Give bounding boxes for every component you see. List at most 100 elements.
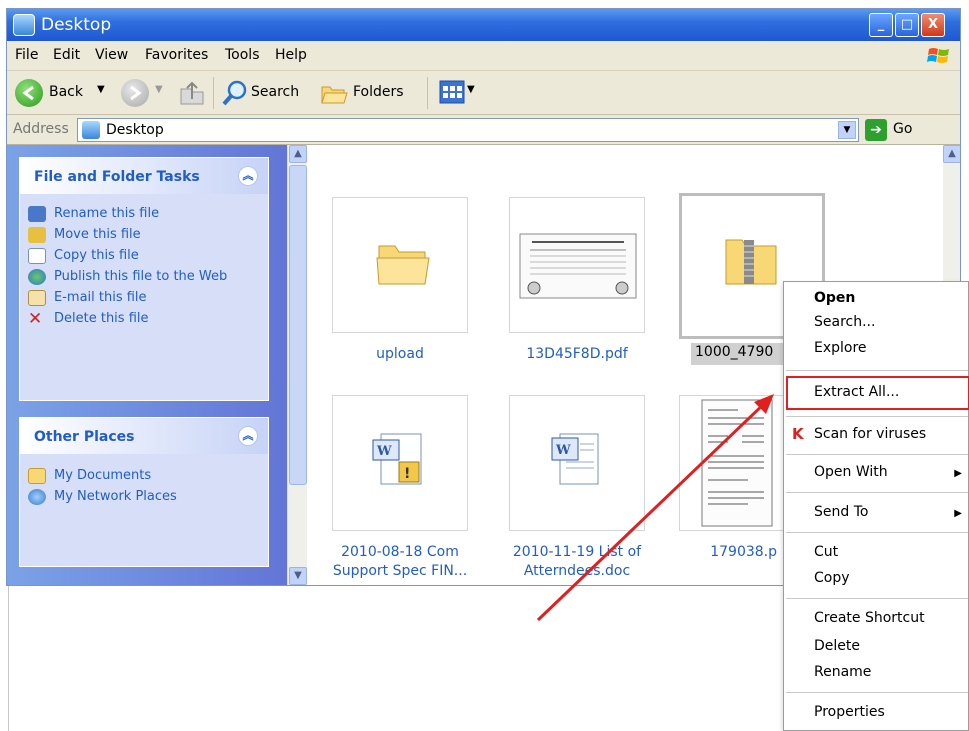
svg-text:!: !: [404, 466, 410, 482]
menu-open-with[interactable]: Open With: [814, 464, 888, 480]
folder-icon: [376, 245, 430, 285]
menu-rename[interactable]: Rename: [814, 664, 871, 680]
left-pane-scrollbar[interactable]: ▲ ▼: [287, 145, 307, 585]
menu-separator: [786, 370, 968, 371]
email-icon: [28, 290, 46, 306]
file-name-selected[interactable]: 1000_4790: [691, 343, 787, 365]
context-menu: Open Search... Explore Extract All... K …: [783, 281, 969, 731]
close-button[interactable]: X: [921, 13, 945, 37]
folder-icon: [28, 468, 46, 484]
menu-bar: File Edit View Favorites Tools Help: [7, 41, 960, 71]
move-icon: [28, 227, 46, 243]
menu-separator: [786, 492, 968, 493]
menu-favorites[interactable]: Favorites: [145, 47, 208, 63]
file-name[interactable]: 2010-08-18 Com Support Spec FIN...: [320, 543, 480, 581]
desktop-icon: [13, 14, 35, 36]
scroll-down-icon[interactable]: ▼: [289, 567, 307, 585]
panel-title: File and Folder Tasks: [34, 169, 200, 185]
menu-file[interactable]: File: [15, 47, 38, 63]
task-move[interactable]: Move this file: [20, 227, 268, 243]
address-dropdown-icon[interactable]: ▼: [838, 121, 856, 139]
menu-properties[interactable]: Properties: [814, 704, 885, 720]
menu-copy[interactable]: Copy: [814, 570, 850, 586]
folders-button[interactable]: Folders: [353, 84, 404, 100]
views-dropdown-icon[interactable]: ▼: [467, 84, 475, 95]
task-publish[interactable]: Publish this file to the Web: [20, 269, 268, 285]
word-doc-icon: W !: [372, 433, 422, 485]
menu-separator: [786, 416, 968, 417]
search-icon[interactable]: [221, 79, 249, 107]
file-folder-tasks-header[interactable]: File and Folder Tasks ︽: [20, 158, 268, 194]
menu-separator: [786, 598, 968, 599]
task-email[interactable]: E-mail this file: [20, 290, 268, 306]
task-delete[interactable]: ✕ Delete this file: [20, 311, 268, 328]
menu-create-shortcut[interactable]: Create Shortcut: [814, 610, 925, 626]
forward-dropdown-icon[interactable]: ▼: [155, 84, 163, 95]
address-bar: Address Desktop ▼ ➔ Go: [7, 115, 960, 145]
menu-cut[interactable]: Cut: [814, 544, 838, 560]
menu-open[interactable]: Open: [814, 290, 855, 306]
title-bar[interactable]: Desktop _ □ X: [7, 9, 960, 41]
windows-logo-icon: [927, 48, 949, 63]
menu-separator: [786, 692, 968, 693]
place-my-network[interactable]: My Network Places: [20, 489, 268, 505]
address-value: Desktop: [106, 122, 164, 138]
menu-send-to[interactable]: Send To: [814, 504, 868, 520]
collapse-chevron-icon[interactable]: ︽: [238, 166, 258, 186]
copy-icon: [28, 248, 46, 264]
antivirus-k-icon: K: [792, 425, 804, 443]
go-arrow-icon[interactable]: ➔: [865, 119, 887, 141]
menu-delete[interactable]: Delete: [814, 638, 860, 654]
menu-view[interactable]: View: [95, 47, 128, 63]
menu-explore[interactable]: Explore: [814, 340, 867, 356]
place-my-documents[interactable]: My Documents: [20, 468, 268, 484]
back-button-label[interactable]: Back: [49, 84, 83, 100]
submenu-arrow-icon: ▶: [954, 468, 962, 479]
back-arrow-icon[interactable]: [15, 79, 43, 107]
file-name[interactable]: 13D45F8D.pdf: [497, 345, 657, 364]
menu-edit[interactable]: Edit: [53, 47, 80, 63]
other-places-panel: Other Places ︽ My Documents My Network P…: [19, 417, 269, 567]
toolbar-separator: [427, 77, 428, 109]
file-name[interactable]: upload: [320, 345, 480, 364]
forward-arrow-icon[interactable]: [121, 79, 149, 107]
minimize-button[interactable]: _: [869, 13, 893, 37]
up-folder-icon[interactable]: [177, 79, 207, 107]
tasks-pane: File and Folder Tasks ︽ Rename this file…: [7, 145, 287, 585]
network-icon: [28, 489, 46, 505]
menu-help[interactable]: Help: [275, 47, 307, 63]
scroll-thumb[interactable]: [289, 165, 307, 485]
svg-text:W: W: [376, 444, 392, 459]
file-item[interactable]: W !: [332, 395, 468, 531]
task-copy[interactable]: Copy this file: [20, 248, 268, 264]
globe-icon: [28, 269, 46, 285]
folders-icon[interactable]: [319, 79, 349, 107]
pdf-thumbnail-icon: [519, 233, 637, 299]
menu-extract-all[interactable]: Extract All...: [814, 384, 899, 400]
file-item[interactable]: [332, 197, 468, 333]
submenu-arrow-icon: ▶: [954, 508, 962, 519]
scroll-up-icon[interactable]: ▲: [943, 145, 960, 163]
window-title: Desktop: [41, 15, 112, 35]
other-places-header[interactable]: Other Places ︽: [20, 418, 268, 454]
views-icon[interactable]: [439, 80, 465, 104]
maximize-button[interactable]: □: [895, 13, 919, 37]
address-label: Address: [13, 121, 69, 137]
address-input[interactable]: Desktop ▼: [77, 118, 859, 142]
menu-tools[interactable]: Tools: [225, 47, 260, 63]
search-button[interactable]: Search: [251, 84, 299, 100]
menu-separator: [786, 454, 968, 455]
file-item[interactable]: [509, 197, 645, 333]
file-thumbnail: W !: [332, 395, 468, 531]
menu-search[interactable]: Search...: [814, 314, 875, 330]
back-dropdown-icon[interactable]: ▼: [97, 84, 105, 95]
menu-scan-viruses[interactable]: Scan for viruses: [814, 426, 926, 442]
scroll-up-icon[interactable]: ▲: [289, 145, 307, 163]
task-rename[interactable]: Rename this file: [20, 206, 268, 222]
file-folder-tasks-panel: File and Folder Tasks ︽ Rename this file…: [19, 157, 269, 401]
background-area: [8, 586, 456, 731]
go-button[interactable]: Go: [893, 121, 912, 137]
collapse-chevron-icon[interactable]: ︽: [238, 426, 258, 446]
desktop-icon: [82, 121, 100, 139]
toolbar-separator: [213, 77, 214, 109]
